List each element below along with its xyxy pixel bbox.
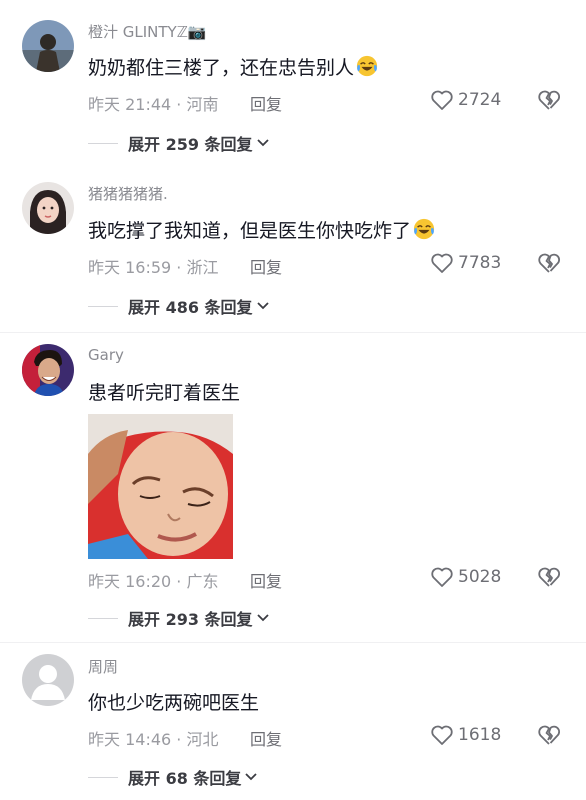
username[interactable]: 周周	[88, 656, 118, 677]
reply-button[interactable]: 回复	[250, 91, 282, 115]
comment-item: 橙汁 GLINTYℤ📷 奶奶都住三楼了，还在忠告别人 昨天 21:44 · 河南…	[0, 0, 586, 170]
like-button[interactable]: 2724	[430, 89, 501, 111]
expand-divider-line	[88, 305, 118, 307]
broken-heart-icon[interactable]	[537, 566, 561, 588]
laughing-crying-icon	[413, 218, 435, 240]
comment-text: 患者听完盯着医生	[88, 382, 241, 404]
comment-text: 奶奶都住三楼了，还在忠告别人	[88, 53, 378, 80]
comment-meta: 昨天 16:20 · 广东	[88, 572, 219, 591]
comment-item: 猪猪猪猪猪. 我吃撑了我知道，但是医生你快吃炸了 昨天 16:59 · 浙江 回…	[0, 170, 586, 330]
comment-item: 周周 你也少吃两碗吧医生 昨天 14:46 · 河北 回复 1618 展开 68…	[0, 643, 586, 800]
chevron-down-icon	[256, 614, 269, 622]
chevron-down-icon	[245, 773, 258, 781]
heart-outline-icon	[431, 90, 453, 110]
expand-divider-line	[88, 142, 118, 144]
heart-outline-icon	[431, 725, 453, 745]
username[interactable]: 猪猪猪猪猪.	[88, 183, 168, 204]
expand-replies-button[interactable]: 展开 293 条回复	[88, 606, 269, 630]
reply-button[interactable]: 回复	[250, 254, 282, 278]
comment-meta: 昨天 16:59 · 浙江	[88, 258, 219, 277]
like-button[interactable]: 7783	[430, 252, 501, 274]
comment-meta: 昨天 21:44 · 河南	[88, 95, 219, 114]
laughing-crying-icon	[356, 55, 378, 77]
comment-text: 你也少吃两碗吧医生	[88, 692, 260, 714]
expand-replies-label: 展开 68 条回复	[128, 769, 242, 788]
expand-replies-button[interactable]: 展开 486 条回复	[88, 294, 269, 318]
heart-outline-icon	[431, 567, 453, 587]
comment-item: Gary 患者听完盯着医生 昨天 16:20 · 广东 回复 5028 展开 2…	[0, 333, 586, 643]
like-button[interactable]: 1618	[430, 724, 501, 746]
avatar[interactable]	[22, 20, 74, 72]
broken-heart-icon[interactable]	[537, 724, 561, 746]
expand-replies-label: 展开 486 条回复	[128, 298, 253, 317]
chevron-down-icon	[256, 302, 269, 310]
comment-text-content: 奶奶都住三楼了，还在忠告别人	[88, 57, 355, 79]
like-count: 1618	[458, 725, 502, 745]
comment-meta: 昨天 14:46 · 河北	[88, 730, 219, 749]
broken-heart-icon[interactable]	[537, 252, 561, 274]
like-count: 7783	[458, 253, 502, 273]
username[interactable]: 橙汁 GLINTYℤ📷	[88, 21, 207, 42]
username[interactable]: Gary	[88, 346, 124, 364]
expand-replies-button[interactable]: 展开 68 条回复	[88, 765, 258, 789]
expand-replies-button[interactable]: 展开 259 条回复	[88, 131, 269, 155]
attached-image[interactable]	[88, 414, 233, 559]
reply-button[interactable]: 回复	[250, 568, 282, 592]
broken-heart-icon[interactable]	[537, 89, 561, 111]
like-count: 2724	[458, 90, 502, 110]
comment-text: 我吃撑了我知道，但是医生你快吃炸了	[88, 216, 435, 243]
reply-button[interactable]: 回复	[250, 726, 282, 750]
expand-divider-line	[88, 776, 118, 778]
expand-replies-label: 展开 293 条回复	[128, 610, 253, 629]
expand-replies-label: 展开 259 条回复	[128, 135, 253, 154]
avatar[interactable]	[22, 654, 74, 706]
avatar[interactable]	[22, 344, 74, 396]
heart-outline-icon	[431, 253, 453, 273]
avatar[interactable]	[22, 182, 74, 234]
expand-divider-line	[88, 617, 118, 619]
chevron-down-icon	[256, 139, 269, 147]
like-count: 5028	[458, 567, 502, 587]
comment-text-content: 我吃撑了我知道，但是医生你快吃炸了	[88, 220, 412, 242]
like-button[interactable]: 5028	[430, 566, 501, 588]
